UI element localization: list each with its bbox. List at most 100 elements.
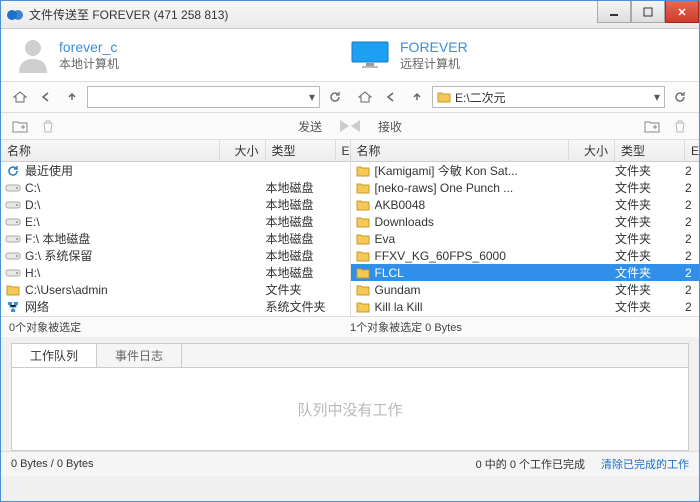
list-item[interactable]: G:\ 系统保留本地磁盘 (1, 247, 350, 264)
folder-icon (355, 282, 371, 298)
item-name: Eva (375, 232, 570, 246)
footer-jobs: 0 中的 0 个工作已完成 (476, 456, 585, 472)
remote-pane: 名称 大小 类型 E [Kamigami] 今敏 Kon Sat...文件夹2[… (351, 140, 700, 316)
col-name[interactable]: 名称 (1, 140, 220, 161)
list-item[interactable]: Gundam文件夹2 (351, 281, 700, 298)
local-status: 0个对象被选定 (9, 319, 350, 335)
col-type[interactable]: 类型 (615, 140, 685, 161)
list-item[interactable]: Eva文件夹2 (351, 230, 700, 247)
item-type: 本地磁盘 (266, 196, 336, 213)
col-size[interactable]: 大小 (220, 140, 266, 161)
item-type: 文件夹 (615, 230, 685, 247)
item-type: 系统文件夹 (266, 298, 336, 315)
up-icon[interactable] (406, 86, 428, 108)
list-item[interactable]: H:\本地磁盘 (1, 264, 350, 281)
item-type: 文件夹 (615, 196, 685, 213)
item-last: 2 (685, 249, 699, 263)
list-item[interactable]: D:\ 本地磁盘 (1, 196, 350, 213)
list-item[interactable]: [neko-raws] One Punch ... 文件夹2 (351, 179, 700, 196)
col-type[interactable]: 类型 (266, 140, 336, 161)
list-item[interactable]: AKB0048 文件夹2 (351, 196, 700, 213)
delete-icon[interactable] (669, 115, 691, 137)
local-pane: 名称 大小 类型 E 最近使用C:\本地磁盘 D:\ 本地磁盘E:\本地磁盘F:\ … (1, 140, 351, 316)
clear-completed-link[interactable]: 清除已完成的工作 (601, 456, 689, 472)
item-type: 文件夹 (615, 179, 685, 196)
recv-arrow-icon[interactable] (351, 120, 360, 132)
nav-row: ▾ E:\二次元 ▾ (1, 82, 699, 113)
item-type: 文件夹 (615, 281, 685, 298)
remote-column-header: 名称 大小 类型 E (351, 140, 700, 162)
col-last[interactable]: E (685, 140, 699, 161)
send-arrow-icon[interactable] (340, 120, 349, 132)
home-icon[interactable] (354, 86, 376, 108)
item-type: 文件夹 (615, 213, 685, 230)
new-folder-icon[interactable] (9, 115, 31, 137)
item-name: C:\Users\admin (25, 283, 220, 297)
col-last[interactable]: E (336, 140, 350, 161)
folder-icon (355, 180, 371, 196)
remote-rows[interactable]: [Kamigami] 今敏 Kon Sat...文件夹2[neko-raws] … (351, 162, 700, 316)
item-name: AKB0048 (375, 198, 570, 212)
list-item[interactable]: FFXV_KG_60FPS_6000文件夹2 (351, 247, 700, 264)
folder-icon (355, 265, 371, 281)
list-item[interactable]: Kill la Kill文件夹2 (351, 298, 700, 315)
folder-icon (355, 197, 371, 213)
remote-address-bar[interactable]: E:\二次元 ▾ (432, 86, 665, 108)
col-size[interactable]: 大小 (569, 140, 615, 161)
delete-icon[interactable] (37, 115, 59, 137)
item-last: 2 (685, 198, 699, 212)
up-icon[interactable] (61, 86, 83, 108)
item-type: 本地磁盘 (266, 213, 336, 230)
refresh-icon[interactable] (324, 86, 346, 108)
remote-nav: E:\二次元 ▾ (354, 86, 691, 108)
close-button[interactable] (665, 1, 699, 23)
item-last: 2 (685, 266, 699, 280)
list-item[interactable]: C:\本地磁盘 (1, 179, 350, 196)
window-buttons (597, 1, 699, 28)
drive-icon (5, 180, 21, 196)
item-name: [neko-raws] One Punch ... (375, 181, 570, 195)
local-address-bar[interactable]: ▾ (87, 86, 320, 108)
item-type: 文件夹 (266, 281, 336, 298)
folder-icon (355, 163, 371, 179)
list-item[interactable]: Downloads文件夹2 (351, 213, 700, 230)
file-panes: 名称 大小 类型 E 最近使用C:\本地磁盘 D:\ 本地磁盘E:\本地磁盘F:\ … (1, 140, 699, 316)
list-item[interactable]: F:\ 本地磁盘本地磁盘 (1, 230, 350, 247)
tabbar: 工作队列 事件日志 (12, 344, 688, 368)
drive-icon (5, 265, 21, 281)
footer: 0 Bytes / 0 Bytes 0 中的 0 个工作已完成 清除已完成的工作 (1, 451, 699, 476)
list-item[interactable]: 网络系统文件夹 (1, 298, 350, 315)
item-last: 2 (685, 300, 699, 314)
back-icon[interactable] (35, 86, 57, 108)
maximize-button[interactable] (631, 1, 665, 23)
list-item[interactable]: FLCL文件夹2 (351, 264, 700, 281)
list-item[interactable]: C:\Users\admin 文件夹 (1, 281, 350, 298)
item-last: 2 (685, 164, 699, 178)
col-name[interactable]: 名称 (351, 140, 570, 161)
item-last: 2 (685, 181, 699, 195)
queue-panel: 工作队列 事件日志 队列中没有工作 (11, 343, 689, 451)
chevron-down-icon[interactable]: ▾ (309, 90, 315, 104)
new-folder-icon[interactable] (641, 115, 663, 137)
remote-status: 1个对象被选定 0 Bytes (350, 319, 691, 335)
refresh-icon[interactable] (669, 86, 691, 108)
drive-icon (5, 197, 21, 213)
item-type: 文件夹 (615, 162, 685, 179)
app-window: 文件传送至 FOREVER (471 258 813) forever_c 本地… (0, 0, 700, 502)
home-icon[interactable] (9, 86, 31, 108)
item-name: H:\ (25, 266, 220, 280)
selection-status: 0个对象被选定 1个对象被选定 0 Bytes (1, 316, 699, 337)
peers-header: forever_c 本地计算机 FOREVER 远程计算机 (1, 29, 699, 82)
transfer-toolbar: 发送 接收 (1, 113, 699, 140)
list-item[interactable]: E:\本地磁盘 (1, 213, 350, 230)
drive-icon (5, 248, 21, 264)
chevron-down-icon[interactable]: ▾ (654, 90, 660, 104)
list-item[interactable]: [Kamigami] 今敏 Kon Sat...文件夹2 (351, 162, 700, 179)
tab-log[interactable]: 事件日志 (97, 344, 182, 367)
back-icon[interactable] (380, 86, 402, 108)
list-item[interactable]: 最近使用 (1, 162, 350, 179)
item-name: D:\ (25, 198, 220, 212)
minimize-button[interactable] (597, 1, 631, 23)
local-rows[interactable]: 最近使用C:\本地磁盘 D:\ 本地磁盘E:\本地磁盘F:\ 本地磁盘本地磁盘G:\… (1, 162, 350, 316)
tab-queue[interactable]: 工作队列 (12, 344, 97, 367)
